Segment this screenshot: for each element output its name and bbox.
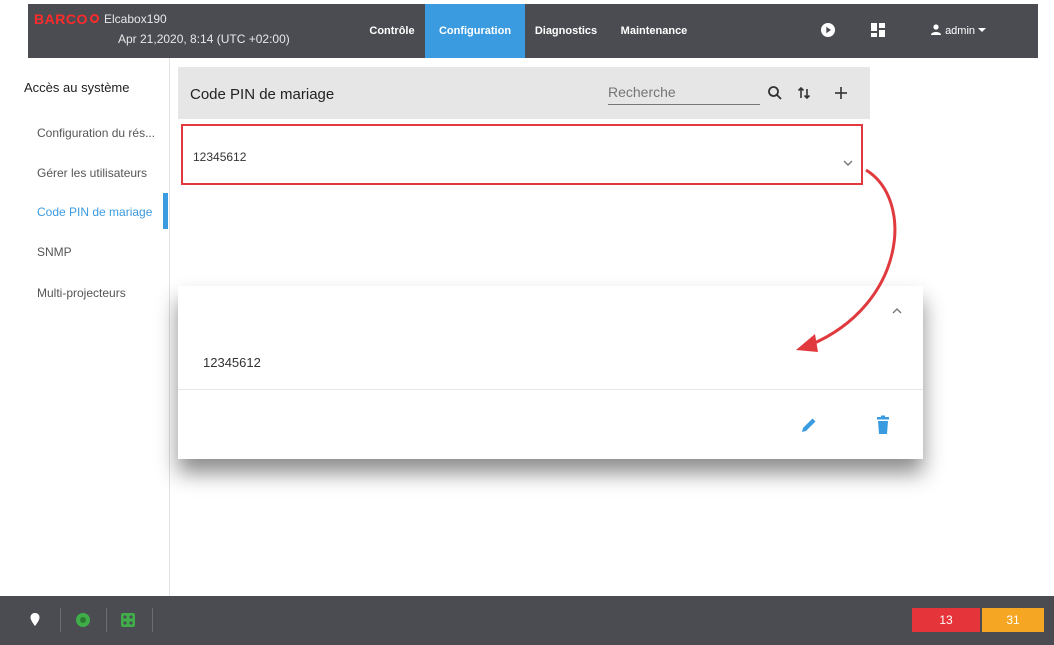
sort-icon[interactable] xyxy=(795,84,813,102)
play-icon[interactable] xyxy=(820,22,836,38)
nav-tab-diagnostics[interactable]: Diagnostics xyxy=(526,4,606,58)
user-icon xyxy=(931,24,941,35)
dashboard-icon[interactable] xyxy=(870,22,886,38)
card-divider xyxy=(178,389,923,390)
power-icon[interactable] xyxy=(75,612,91,628)
add-icon[interactable] xyxy=(832,84,850,102)
pin-value: 12345612 xyxy=(193,150,247,164)
delete-icon[interactable] xyxy=(872,414,894,436)
page-title: Code PIN de mariage xyxy=(190,86,335,103)
nav-tab-maintenance[interactable]: Maintenance xyxy=(611,4,697,58)
warning-count-badge[interactable]: 31 xyxy=(982,608,1044,632)
error-count-badge[interactable]: 13 xyxy=(912,608,980,632)
status-separator xyxy=(60,608,61,632)
caret-down-icon xyxy=(978,28,987,32)
chevron-down-icon[interactable] xyxy=(841,156,855,170)
status-separator xyxy=(106,608,107,632)
sidebar-title: Accès au système xyxy=(24,80,130,95)
sidebar: Accès au système Configuration du rés...… xyxy=(0,58,170,596)
module-icon[interactable] xyxy=(120,612,136,628)
barco-logo: BARCO xyxy=(34,11,99,27)
sidebar-active-marker xyxy=(163,193,168,229)
pin-row-expanded: 12345612 xyxy=(178,286,923,459)
nav-tab-configuration[interactable]: Configuration xyxy=(425,4,525,58)
chevron-up-icon[interactable] xyxy=(890,304,904,318)
pin-row-collapsed[interactable]: 12345612 xyxy=(181,124,863,185)
location-icon[interactable] xyxy=(27,612,43,628)
user-name: admin xyxy=(945,25,976,37)
sidebar-item-network-config[interactable]: Configuration du rés... xyxy=(37,126,165,140)
nav-tab-controle[interactable]: Contrôle xyxy=(360,4,424,58)
search-icon[interactable] xyxy=(766,84,784,102)
app: BARCO Elcabox190 Apr 21,2020, 8:14 (UTC … xyxy=(0,0,1054,645)
search-input[interactable] xyxy=(608,79,760,105)
sidebar-item-manage-users[interactable]: Gérer les utilisateurs xyxy=(37,166,165,180)
sidebar-item-pairing-pin[interactable]: Code PIN de mariage xyxy=(37,205,165,219)
top-bar: BARCO Elcabox190 Apr 21,2020, 8:14 (UTC … xyxy=(28,4,1038,58)
sidebar-item-snmp[interactable]: SNMP xyxy=(37,245,165,259)
sidebar-item-multi-projectors[interactable]: Multi-projecteurs xyxy=(37,286,165,300)
status-separator xyxy=(152,608,153,632)
pin-value-expanded: 12345612 xyxy=(203,355,261,370)
edit-icon[interactable] xyxy=(798,414,820,436)
device-name: Elcabox190 xyxy=(104,12,167,26)
device-datetime: Apr 21,2020, 8:14 (UTC +02:00) xyxy=(118,32,290,46)
user-menu[interactable]: admin xyxy=(930,24,987,37)
status-bar: 13 31 xyxy=(0,596,1054,645)
panel-header: Code PIN de mariage xyxy=(178,67,870,119)
